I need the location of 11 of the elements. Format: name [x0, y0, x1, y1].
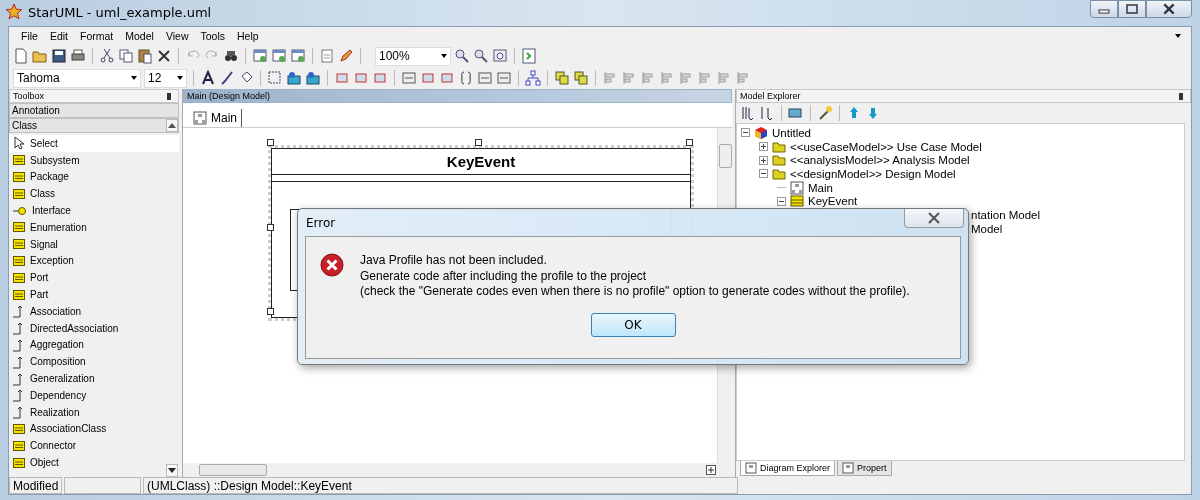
panel-title: Model Explorer	[740, 91, 801, 101]
panel-title: Toolbox	[13, 91, 45, 101]
message-text: (check the "Generate codes even when there is no profile" option to generate codes without the profile).	[360, 284, 910, 300]
class-name: KeyEvent	[272, 149, 690, 175]
message-text: Generate code after including the profile to the project	[360, 268, 648, 284]
message-text: Java Profile has not been included.	[360, 253, 548, 269]
dialog-title: Error	[306, 215, 336, 230]
status-text: Modified	[9, 477, 62, 494]
panel-title: Main (Design Model)	[187, 91, 271, 101]
status-text: (UMLClass) ::Design Model::KeyEvent	[143, 477, 738, 494]
window-title: StarUML - uml_example.uml	[28, 4, 212, 20]
